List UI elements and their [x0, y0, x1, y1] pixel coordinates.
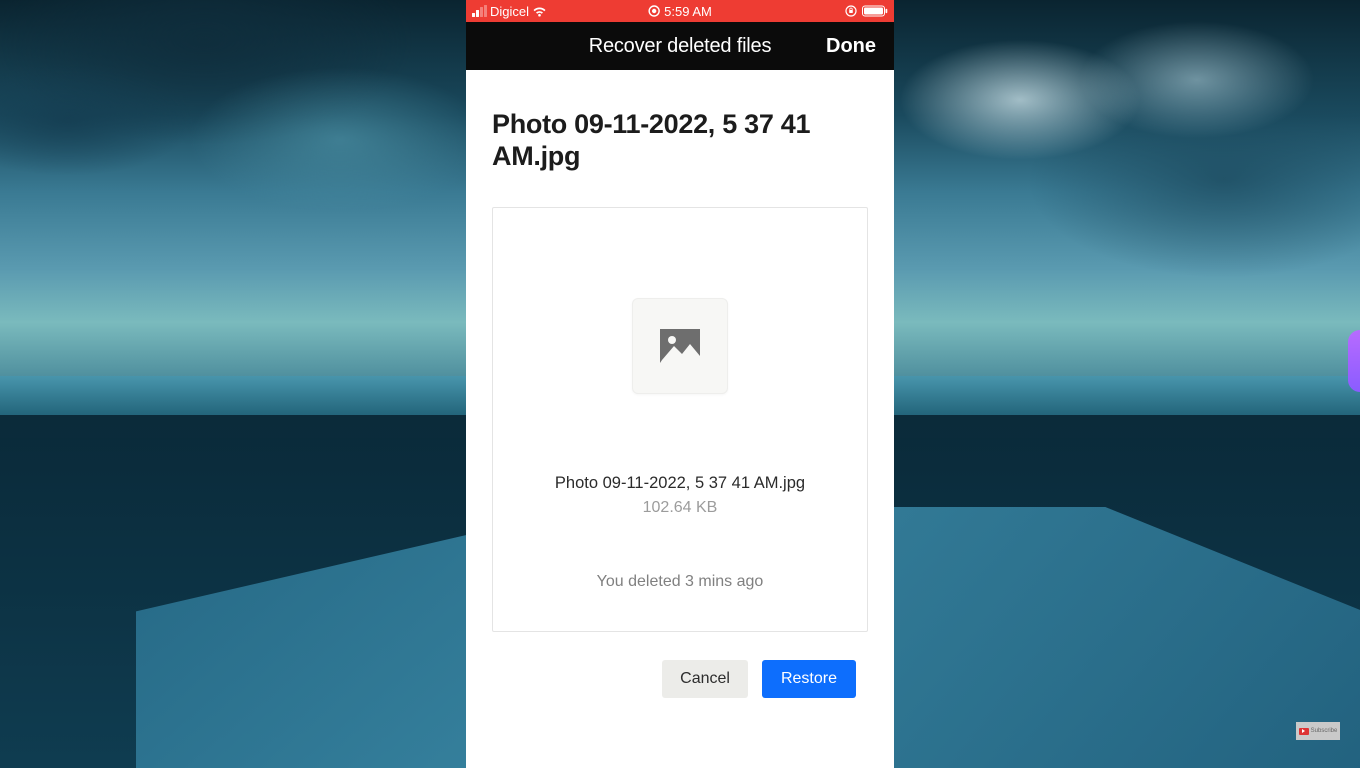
status-bar: Digicel 5:59 AM — [466, 0, 894, 22]
cancel-button[interactable]: Cancel — [662, 660, 748, 698]
side-pill-icon — [1348, 330, 1360, 392]
restore-button[interactable]: Restore — [762, 660, 856, 698]
carrier-label: Digicel — [490, 4, 529, 19]
battery-icon — [862, 5, 888, 17]
clock-label: 5:59 AM — [664, 4, 712, 19]
record-icon — [648, 5, 660, 17]
wifi-icon — [532, 6, 547, 17]
preview-filesize: 102.64 KB — [643, 499, 718, 517]
file-title: Photo 09-11-2022, 5 37 41 AM.jpg — [492, 108, 868, 173]
done-button[interactable]: Done — [826, 35, 876, 58]
action-row: Cancel Restore — [492, 660, 868, 698]
subscribe-badge[interactable]: Subscribe — [1296, 722, 1340, 740]
status-right — [845, 5, 888, 17]
preview-card: Photo 09-11-2022, 5 37 41 AM.jpg 102.64 … — [492, 207, 868, 632]
status-center: 5:59 AM — [648, 4, 712, 19]
subscribe-label: Subscribe — [1311, 728, 1338, 734]
orientation-lock-icon — [845, 5, 857, 17]
phone-frame: Digicel 5:59 AM — [466, 0, 894, 768]
nav-bar: Recover deleted files Done — [466, 22, 894, 70]
content-area: Photo 09-11-2022, 5 37 41 AM.jpg Photo 0… — [466, 70, 894, 768]
page-title: Recover deleted files — [589, 35, 772, 58]
signal-icon — [472, 6, 487, 17]
youtube-icon — [1299, 728, 1309, 735]
image-placeholder-icon — [660, 329, 700, 363]
preview-filename: Photo 09-11-2022, 5 37 41 AM.jpg — [555, 474, 805, 493]
status-left: Digicel — [472, 4, 547, 19]
file-thumbnail — [632, 298, 728, 394]
deleted-time-label: You deleted 3 mins ago — [597, 573, 764, 591]
